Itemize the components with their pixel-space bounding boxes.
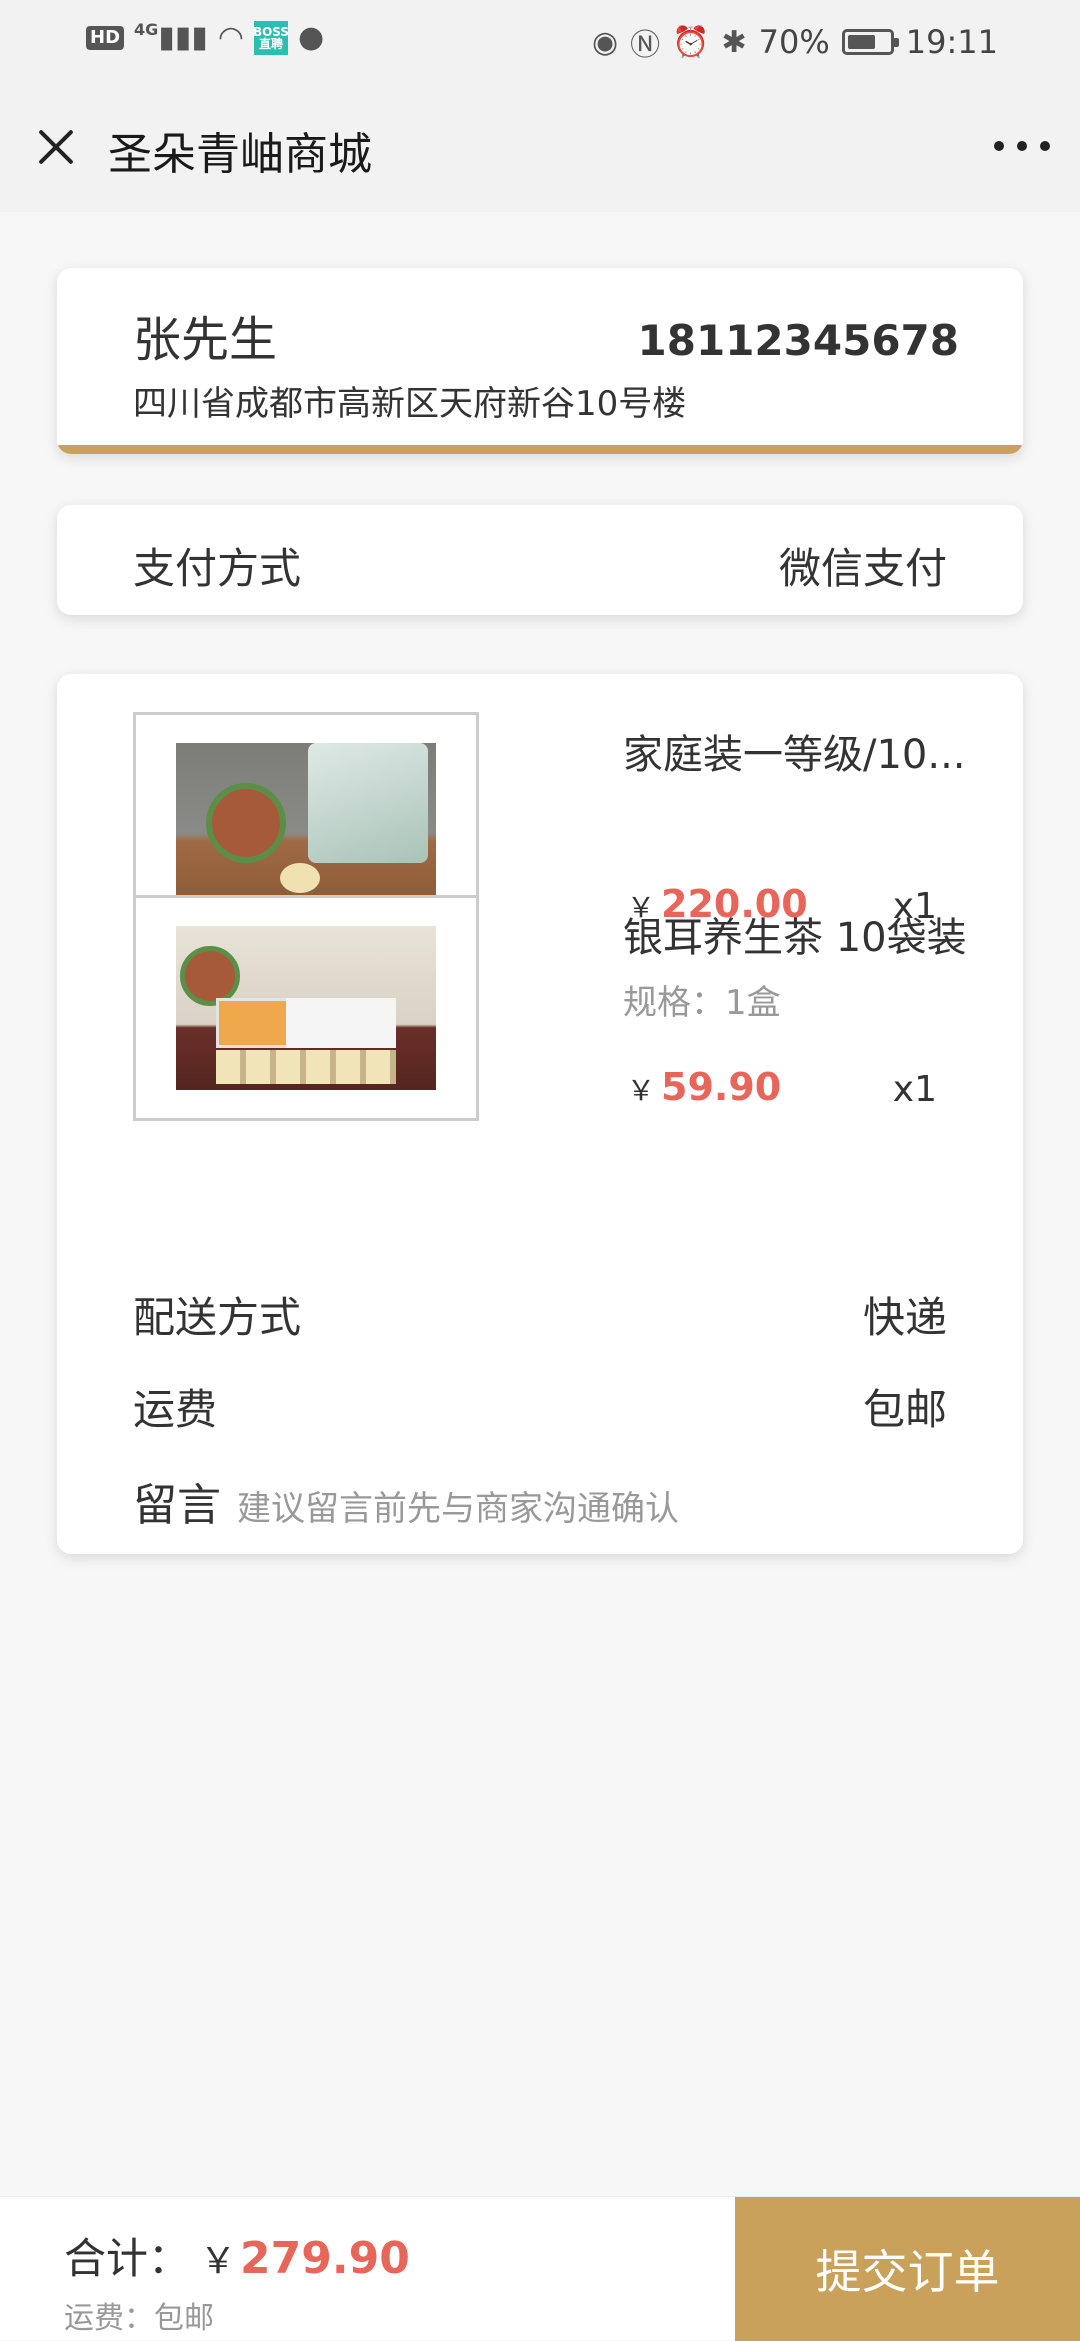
- address-accent-bar: [57, 445, 1023, 454]
- nfc-icon: Ⓝ: [630, 28, 661, 63]
- alarm-icon: ⏰: [672, 24, 710, 60]
- total-shipping-note: 运费：包邮: [64, 2301, 214, 2336]
- shipping-fee-row: 运费 包邮: [133, 1376, 947, 1436]
- delivery-method-row[interactable]: 配送方式 快递: [133, 1284, 947, 1344]
- payment-method-label: 支付方式: [133, 544, 302, 593]
- address-card[interactable]: 张先生 18112345678 四川省成都市高新区天府新谷10号楼: [57, 268, 1023, 454]
- message-row[interactable]: 留言 建议留言前先与商家沟通确认: [133, 1469, 679, 1533]
- chat-icon: ●: [298, 20, 325, 55]
- page-title: 圣朵青岫商城: [108, 129, 372, 180]
- status-right: ◉ Ⓝ ⏰ ✱ 70% 19:11: [592, 20, 998, 64]
- battery-icon: [841, 29, 899, 55]
- product-spec: 规格：1盒: [623, 983, 781, 1023]
- payment-method-card[interactable]: 支付方式 微信支付: [57, 505, 1023, 615]
- message-input[interactable]: 建议留言前先与商家沟通确认: [237, 1481, 679, 1530]
- hd-icon: HD: [86, 25, 125, 50]
- product-title: 银耳养生茶 10袋装: [623, 915, 967, 961]
- nav-bar: 圣朵青岫商城: [0, 82, 1080, 212]
- battery-percent: 70%: [758, 23, 830, 61]
- total-label: 合计：: [64, 2234, 191, 2283]
- eye-icon: ◉: [591, 24, 619, 60]
- delivery-method-value: 快递: [862, 1293, 947, 1342]
- product-price: ￥ 59.90: [627, 1065, 782, 1109]
- total-currency: ￥: [200, 2241, 237, 2282]
- product-title: 家庭装一等级/10...: [623, 732, 966, 778]
- list-item[interactable]: 银耳养生茶 10袋装 规格：1盒 ￥ 59.90 x1: [57, 857, 1023, 1121]
- shipping-fee-label: 运费: [133, 1385, 218, 1434]
- recipient-address: 四川省成都市高新区天府新谷10号楼: [133, 384, 687, 424]
- message-label: 留言: [133, 1480, 221, 1531]
- recipient-phone: 18112345678: [637, 316, 959, 365]
- product-image: [133, 895, 479, 1121]
- shipping-fee-value: 包邮: [862, 1385, 947, 1434]
- checkout-bar: 合计： ￥ 279.90 运费：包邮 提交订单: [0, 2196, 1080, 2341]
- 4g-signal-icon: 4G▮▮▮: [134, 20, 208, 55]
- order-items-card: 家庭装一等级/10... ￥ 220.00 x1 银耳养生茶 10袋装 规格：1盒…: [57, 674, 1023, 1554]
- product-quantity: x1: [892, 1069, 937, 1110]
- wifi-icon: ◠: [217, 20, 244, 55]
- recipient-name: 张先生: [133, 312, 278, 368]
- total-amount: 279.90: [240, 2233, 410, 2284]
- more-menu-icon[interactable]: [994, 134, 1050, 158]
- close-icon[interactable]: [30, 120, 82, 172]
- payment-method-value: 微信支付: [778, 544, 947, 593]
- bluetooth-icon: ✱: [721, 24, 747, 60]
- boss-app-icon: BOSS直聘: [253, 20, 289, 55]
- status-bar: HD 4G▮▮▮ ◠ BOSS直聘 ● ◉ Ⓝ ⏰ ✱ 70% 19:11: [0, 0, 1080, 82]
- clock: 19:11: [905, 23, 998, 61]
- order-total: 合计： ￥ 279.90: [64, 2225, 410, 2286]
- status-left: HD 4G▮▮▮ ◠ BOSS直聘 ●: [86, 20, 324, 55]
- submit-order-button[interactable]: 提交订单: [735, 2197, 1080, 2341]
- delivery-method-label: 配送方式: [133, 1293, 302, 1342]
